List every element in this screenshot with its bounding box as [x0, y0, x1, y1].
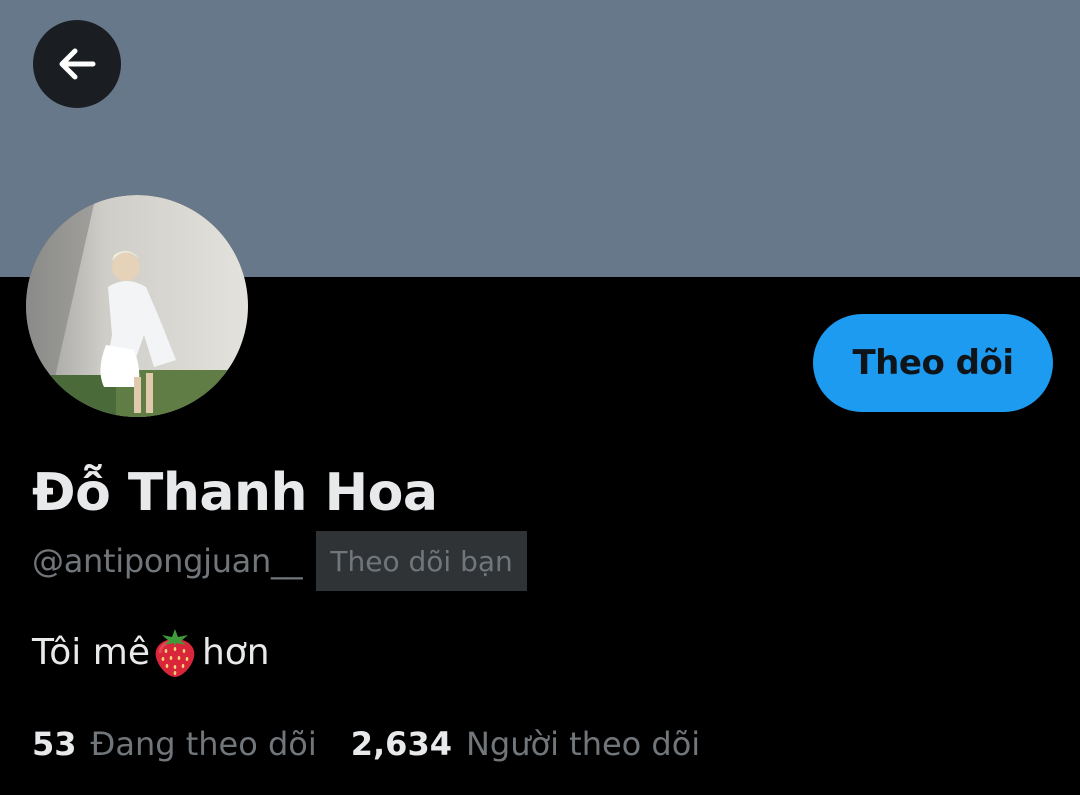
followers-stat[interactable]: 2,634 Người theo dõi [351, 725, 700, 763]
following-label: Đang theo dõi [90, 725, 317, 763]
followers-count: 2,634 [350, 725, 452, 763]
strawberry-emoji-icon [155, 629, 195, 677]
handle-row: @antipongjuan__ Theo dõi bạn [32, 531, 527, 591]
following-count: 53 [32, 725, 77, 763]
display-name: Đỗ Thanh Hoa [32, 463, 438, 523]
avatar-photo [26, 195, 248, 417]
follow-stats: 53 Đang theo dõi 2,634 Người theo dõi [32, 718, 700, 770]
username-handle: @antipongjuan__ [32, 542, 303, 580]
back-button[interactable] [33, 20, 121, 108]
followers-label: Người theo dõi [465, 725, 701, 763]
follows-you-badge: Theo dõi bạn [316, 531, 527, 591]
profile-bio: Tôi mê hơn [32, 622, 270, 682]
following-stat[interactable]: 53 Đang theo dõi [32, 725, 317, 763]
arrow-left-icon [59, 48, 96, 80]
bio-text-start: Tôi mê [32, 631, 150, 673]
profile-page: Theo dõi Đỗ Thanh Hoa @antipongjuan__ Th… [0, 0, 1080, 795]
follow-button[interactable]: Theo dõi [813, 314, 1053, 412]
profile-avatar[interactable] [26, 195, 248, 417]
bio-text-end: hơn [201, 631, 270, 673]
